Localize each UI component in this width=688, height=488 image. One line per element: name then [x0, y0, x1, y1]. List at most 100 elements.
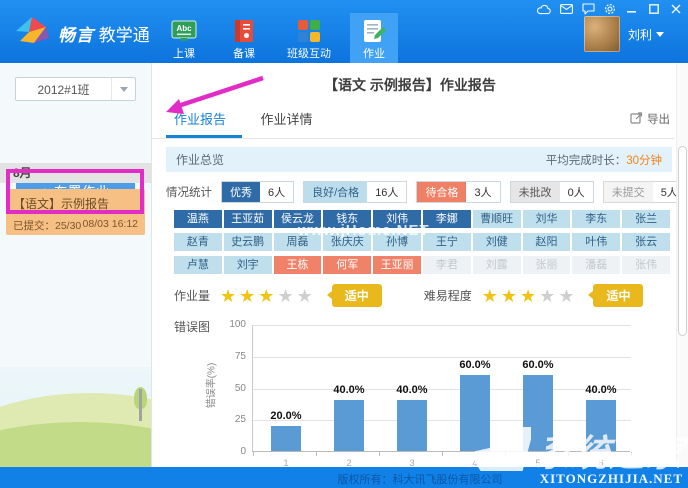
status-badges: 优秀6人良好/合格16人待合格3人未批改0人: [221, 181, 603, 203]
student-cell[interactable]: 王亚茹: [224, 210, 272, 228]
user-menu[interactable]: 刘利: [584, 16, 664, 52]
student-cell[interactable]: 何军: [323, 256, 371, 274]
x-tick-mark: [631, 452, 632, 456]
star-filled-icon: ★: [520, 287, 536, 305]
nav-item-homework[interactable]: 作业: [350, 13, 398, 63]
student-cell[interactable]: 潘磊: [572, 256, 620, 274]
nav-item-class[interactable]: Abc上课: [160, 13, 208, 63]
export-button[interactable]: 导出: [630, 111, 670, 127]
student-cell[interactable]: 李君: [423, 256, 471, 274]
student-cell[interactable]: 曹顺旺: [473, 210, 521, 228]
bar-value-label: 60.0%: [508, 359, 568, 371]
student-cell[interactable]: 侯云龙: [274, 210, 322, 228]
students-grid: 温燕王亚茹侯云龙钱东刘伟李娜曹顺旺刘华李东张兰赵青史云鹏周磊张庆庆孙博王宁刘健赵…: [174, 210, 670, 274]
student-cell[interactable]: 刘健: [473, 233, 521, 251]
status-badge-not-submitted: 未提交 5人: [603, 181, 687, 203]
student-cell[interactable]: 王宁: [423, 233, 471, 251]
student-cell[interactable]: 张云: [622, 233, 670, 251]
window-controls: [537, 3, 683, 15]
chat-icon[interactable]: [581, 3, 595, 15]
bar-value-label: 40.0%: [319, 384, 379, 396]
month-group-header: 8月: [0, 163, 151, 183]
logo-bird-icon: [14, 15, 52, 52]
x-tick-mark: [253, 452, 254, 456]
student-cell[interactable]: 李东: [572, 210, 620, 228]
chart-title: 错误图: [174, 318, 210, 335]
page-title: 【语文 示例报告】作业报告: [152, 75, 668, 95]
error-rate-chart: 错误率(%) 20.0%140.0%240.0%360.0%460.0%540.…: [214, 318, 654, 478]
status-badge-good: 良好/合格16人: [303, 181, 407, 203]
avg-time-value: 30分钟: [626, 155, 662, 167]
student-cell[interactable]: 卢慧: [174, 256, 222, 274]
minimize-icon[interactable]: [625, 3, 639, 15]
sidebar: 2012#1班 + 布置作业 8月 【语文】示例报告 已提交：25/30 08/…: [0, 63, 152, 467]
avatar[interactable]: [584, 16, 620, 52]
mail-icon[interactable]: [559, 3, 573, 15]
badge-label: 优秀: [222, 182, 260, 202]
badge-label: 良好/合格: [304, 182, 367, 202]
chart-bar: [586, 400, 616, 451]
student-cell[interactable]: 张伟: [622, 256, 670, 274]
x-tick-mark: [442, 452, 443, 456]
student-cell[interactable]: 刘露: [473, 256, 521, 274]
y-tick-label: 100: [214, 319, 246, 330]
scrollbar-track[interactable]: [676, 63, 688, 467]
tab-homework-detail[interactable]: 作业详情: [260, 109, 312, 128]
student-cell[interactable]: 孙博: [373, 233, 421, 251]
student-cell[interactable]: 王亚丽: [373, 256, 421, 274]
student-cell[interactable]: 温燕: [174, 210, 222, 228]
y-tick-label: 50: [214, 383, 246, 394]
tab-homework-report[interactable]: 作业报告: [174, 109, 226, 128]
gear-icon[interactable]: [603, 3, 617, 15]
sidebar-landscape-art: [0, 367, 151, 467]
footer-bar: 版权所有：科大讯飞股份有限公司: [0, 467, 688, 488]
level-badge: 适中: [593, 284, 643, 307]
brand-name-bold: 畅言: [58, 26, 94, 45]
scrollbar-thumb[interactable]: [678, 146, 687, 336]
ratings-row: 作业量★★★★★适中难易程度★★★★★适中: [174, 284, 685, 307]
student-cell[interactable]: 王栋: [274, 256, 322, 274]
close-icon[interactable]: [669, 3, 683, 15]
student-cell[interactable]: 李娜: [423, 210, 471, 228]
level-badge: 适中: [332, 284, 382, 307]
star-empty-icon: ★: [539, 287, 555, 305]
gridline: [253, 357, 631, 358]
maximize-icon[interactable]: [647, 3, 661, 15]
star-filled-icon: ★: [258, 287, 274, 305]
bar-value-label: 40.0%: [571, 384, 631, 396]
cloud-icon[interactable]: [537, 3, 551, 15]
rating-label: 作业量: [174, 287, 210, 304]
homework-card-time: 08/03 16:12: [83, 218, 138, 233]
nav-item-prep[interactable]: 备课: [220, 13, 268, 63]
user-name: 刘利: [628, 26, 652, 43]
student-cell[interactable]: 周磊: [274, 233, 322, 251]
status-badge-ungraded: 未批改0人: [510, 181, 594, 203]
star-filled-icon: ★: [220, 287, 236, 305]
nav-item-interact[interactable]: 班级互动: [280, 13, 338, 63]
student-cell[interactable]: 刘华: [523, 210, 571, 228]
student-cell[interactable]: 钱东: [323, 210, 371, 228]
main-nav: Abc上课备课 班级互动作业: [160, 13, 410, 63]
nav-item-label: 备课: [233, 45, 255, 61]
status-badge-excellent: 优秀6人: [221, 181, 294, 203]
student-cell[interactable]: 刘宇: [224, 256, 272, 274]
student-cell[interactable]: 张庆庆: [323, 233, 371, 251]
badge-count: 16人: [367, 182, 406, 202]
class-selector-dropdown-button[interactable]: [111, 78, 135, 100]
homework-list-item[interactable]: 【语文】示例报告 已提交：25/30 08/03 16:12: [6, 189, 145, 235]
student-cell[interactable]: 赵青: [174, 233, 222, 251]
student-cell[interactable]: 史云鹏: [224, 233, 272, 251]
student-cell[interactable]: 张丽: [523, 256, 571, 274]
rating-difficulty: 难易程度★★★★★适中: [424, 284, 644, 307]
student-cell[interactable]: 刘伟: [373, 210, 421, 228]
student-cell[interactable]: 张兰: [622, 210, 670, 228]
prep-icon: [231, 18, 257, 44]
class-selector[interactable]: 2012#1班: [15, 77, 136, 101]
gridline: [253, 325, 631, 326]
student-cell[interactable]: 叶伟: [572, 233, 620, 251]
overview-title: 作业总览: [176, 151, 224, 168]
export-icon: [630, 111, 643, 127]
copyright-text: 版权所有：科大讯飞股份有限公司: [152, 471, 688, 487]
badge-count: 0人: [560, 182, 593, 202]
student-cell[interactable]: 赵阳: [523, 233, 571, 251]
